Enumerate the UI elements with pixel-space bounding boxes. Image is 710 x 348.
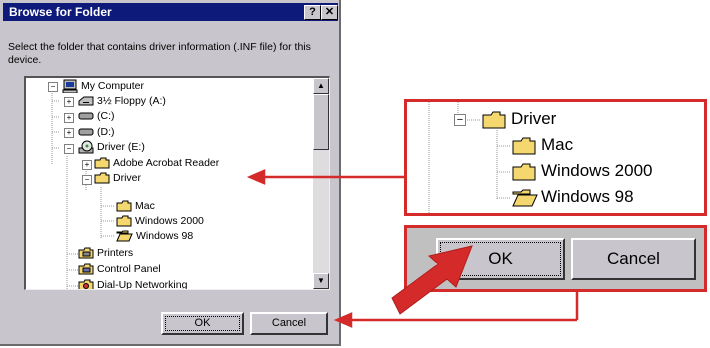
tree-pointer-arrowhead-icon [246, 169, 266, 185]
click-ok-arrow-icon [391, 245, 473, 315]
callout-arrows [246, 169, 579, 328]
buttons-pointer-arrowhead-icon [333, 312, 353, 328]
